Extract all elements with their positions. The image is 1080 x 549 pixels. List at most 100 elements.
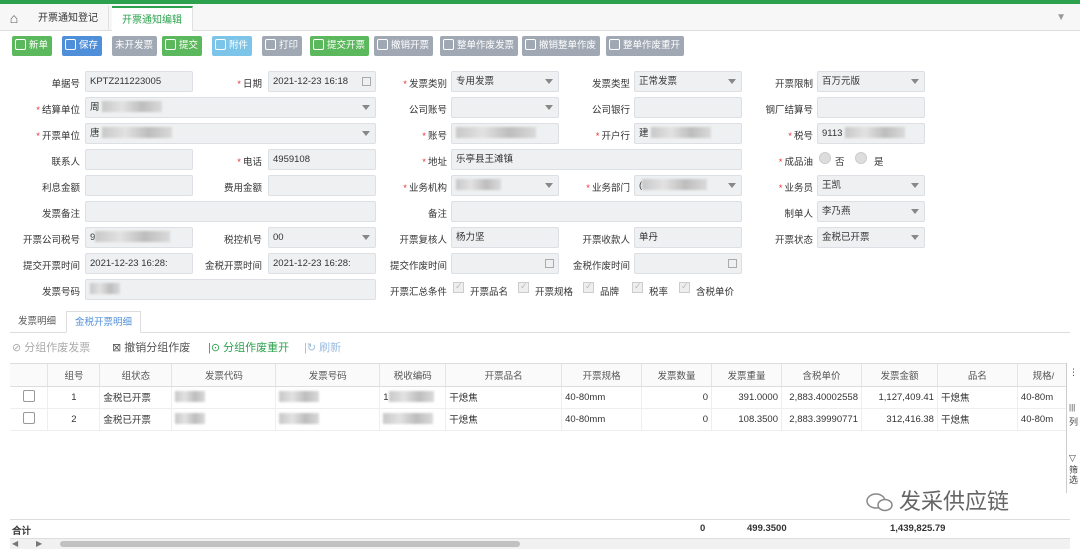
group-void-button[interactable]: ⊘ 分组作废发票 [12, 339, 90, 355]
uninvoiced-button[interactable]: 未开发票 [112, 36, 158, 56]
group-reissue-button[interactable]: |⊙ 分组作废重开 [208, 339, 289, 355]
company-bank-field[interactable] [634, 97, 742, 118]
col-header[interactable]: 组状态 [99, 364, 173, 387]
submit-invoice-button[interactable]: 提交开票 [310, 36, 370, 56]
summary-opt-brand-checkbox[interactable] [583, 281, 594, 293]
doc-no-field[interactable]: KPTZ211223005 [85, 71, 193, 92]
col-header[interactable]: 组号 [47, 364, 101, 387]
invoice-type-select[interactable]: 正常发票 [634, 71, 742, 92]
cell-qty: 0 [641, 408, 713, 431]
invoice-category-select[interactable]: 专用发票 [451, 71, 559, 92]
row-select[interactable] [10, 408, 49, 431]
col-header[interactable]: 开票规格 [561, 364, 643, 387]
invoice-limit-select[interactable]: 百万元版 [817, 71, 925, 92]
tab-invoice-detail[interactable]: 发票明细 [10, 311, 64, 333]
new-button[interactable]: 新单 [12, 36, 53, 56]
company-account-select[interactable] [451, 97, 559, 118]
reviewer-field[interactable]: 杨力坚 [451, 227, 559, 248]
col-header[interactable]: 发票号码 [275, 364, 381, 387]
cancel-void-whole-button[interactable]: 撤销整单作废 [522, 36, 601, 56]
print-button[interactable]: 打印 [262, 36, 303, 56]
refresh-button[interactable]: |↻ 刷新 [304, 339, 341, 355]
date-field[interactable]: 2021-12-23 16:18 [268, 71, 376, 92]
summary-opt-price-checkbox[interactable] [679, 281, 690, 293]
summary-opt-spec-checkbox[interactable] [518, 281, 529, 293]
note-field[interactable] [451, 201, 742, 222]
void-reissue-button[interactable]: 整单作废重开 [606, 36, 685, 56]
tab-notice-edit[interactable]: 开票通知编辑 [112, 6, 193, 31]
fee-field[interactable] [268, 175, 376, 196]
dept-select[interactable]: ( [634, 175, 742, 196]
void-whole-button[interactable]: 整单作废发票 [440, 36, 519, 56]
company-tax-no-field[interactable]: 9 [85, 227, 193, 248]
calendar-icon[interactable] [362, 77, 371, 86]
invoice-note-field[interactable] [85, 201, 376, 222]
more-icon[interactable]: ⋮ [1069, 367, 1078, 378]
col-header[interactable]: 规格/ [1017, 364, 1070, 387]
attach-button[interactable]: 附件 [212, 36, 253, 56]
phone-field[interactable]: 4959108 [268, 149, 376, 170]
invoice-unit-select[interactable]: 唐 [85, 123, 376, 144]
filter-icon[interactable]: ▽ [1069, 453, 1076, 464]
col-header[interactable]: 税收编码 [379, 364, 447, 387]
status-select[interactable]: 金税已开票 [817, 227, 925, 248]
submit-button[interactable]: 提交 [162, 36, 203, 56]
invoice-unit-label: * 开票单位 [36, 131, 80, 142]
filter-label[interactable]: 筛选 [1069, 465, 1079, 485]
print-icon [265, 39, 276, 50]
org-select[interactable] [451, 175, 559, 196]
contact-field[interactable] [85, 149, 193, 170]
bank-field[interactable]: 建 [634, 123, 742, 144]
horizontal-scrollbar[interactable]: ◀ ▶ [10, 538, 1070, 549]
oil-label: * 成品油 [778, 157, 813, 168]
row-select[interactable] [10, 386, 49, 409]
row-checkbox[interactable] [22, 389, 35, 402]
col-header[interactable]: 发票金额 [861, 364, 938, 387]
calendar-icon[interactable] [728, 259, 737, 268]
interest-field[interactable] [85, 175, 193, 196]
tax-machine-select[interactable]: 00 [268, 227, 376, 248]
columns-label[interactable]: 列 [1069, 415, 1078, 428]
save-button[interactable]: 保存 [62, 36, 103, 56]
summary-opt-name-checkbox[interactable] [453, 281, 464, 293]
cell-code [171, 408, 277, 431]
tab-notice-register[interactable]: 开票通知登记 [28, 6, 109, 31]
tab-dropdown-icon[interactable]: ▼ [1056, 12, 1066, 23]
table-row[interactable]: 2 金税已开票 干熄焦 40-80mm 0 108.3500 2,883.399… [10, 408, 1070, 431]
calendar-icon[interactable] [545, 259, 554, 268]
maker-select[interactable]: 李乃燕 [817, 201, 925, 222]
cancel-invoice-button[interactable]: 撤销开票 [374, 36, 434, 56]
invoice-no-field[interactable] [85, 279, 376, 300]
gold-void-time-field[interactable] [634, 253, 742, 274]
cell-status: 金税已开票 [99, 386, 173, 409]
scrollbar-thumb[interactable] [60, 541, 520, 547]
payee-field[interactable]: 单丹 [634, 227, 742, 248]
col-header[interactable]: 发票数量 [641, 364, 713, 387]
tax-no-field[interactable]: 9113 [817, 123, 925, 144]
oil-no-radio[interactable] [819, 152, 831, 164]
oil-yes-radio[interactable] [855, 152, 867, 164]
settle-unit-select[interactable]: 周 [85, 97, 376, 118]
col-header[interactable]: 品名 [937, 364, 1018, 387]
company-bank-label: 公司银行 [591, 105, 630, 116]
account-no-field[interactable] [451, 123, 559, 144]
address-field[interactable]: 乐亭县王滩镇 [451, 149, 742, 170]
columns-icon[interactable]: ||| [1069, 403, 1075, 412]
scroll-right-icon[interactable]: ▶ [36, 539, 42, 548]
col-header[interactable]: 含税单价 [781, 364, 862, 387]
tab-gold-tax-detail[interactable]: 金税开票明细 [66, 311, 142, 333]
gold-time-field[interactable]: 2021-12-23 16:28: [268, 253, 376, 274]
col-header[interactable]: 发票重量 [711, 364, 782, 387]
table-row[interactable]: 1 金税已开票 1 干熄焦 40-80mm 0 391.0000 2,883.4… [10, 386, 1070, 409]
row-checkbox[interactable] [22, 411, 35, 424]
void-submit-time-field[interactable] [451, 253, 559, 274]
salesman-select[interactable]: 王凯 [817, 175, 925, 196]
col-header[interactable]: 开票品名 [445, 364, 563, 387]
submit-time-field[interactable]: 2021-12-23 16:28: [85, 253, 193, 274]
summary-opt-rate-checkbox[interactable] [632, 281, 643, 293]
scroll-left-icon[interactable]: ◀ [12, 539, 18, 548]
mill-settle-no-field[interactable] [817, 97, 925, 118]
col-header[interactable]: 发票代码 [171, 364, 277, 387]
home-icon[interactable]: ⌂ [4, 8, 24, 28]
cancel-group-void-button[interactable]: ⊠ 撤销分组作废 [112, 339, 190, 355]
